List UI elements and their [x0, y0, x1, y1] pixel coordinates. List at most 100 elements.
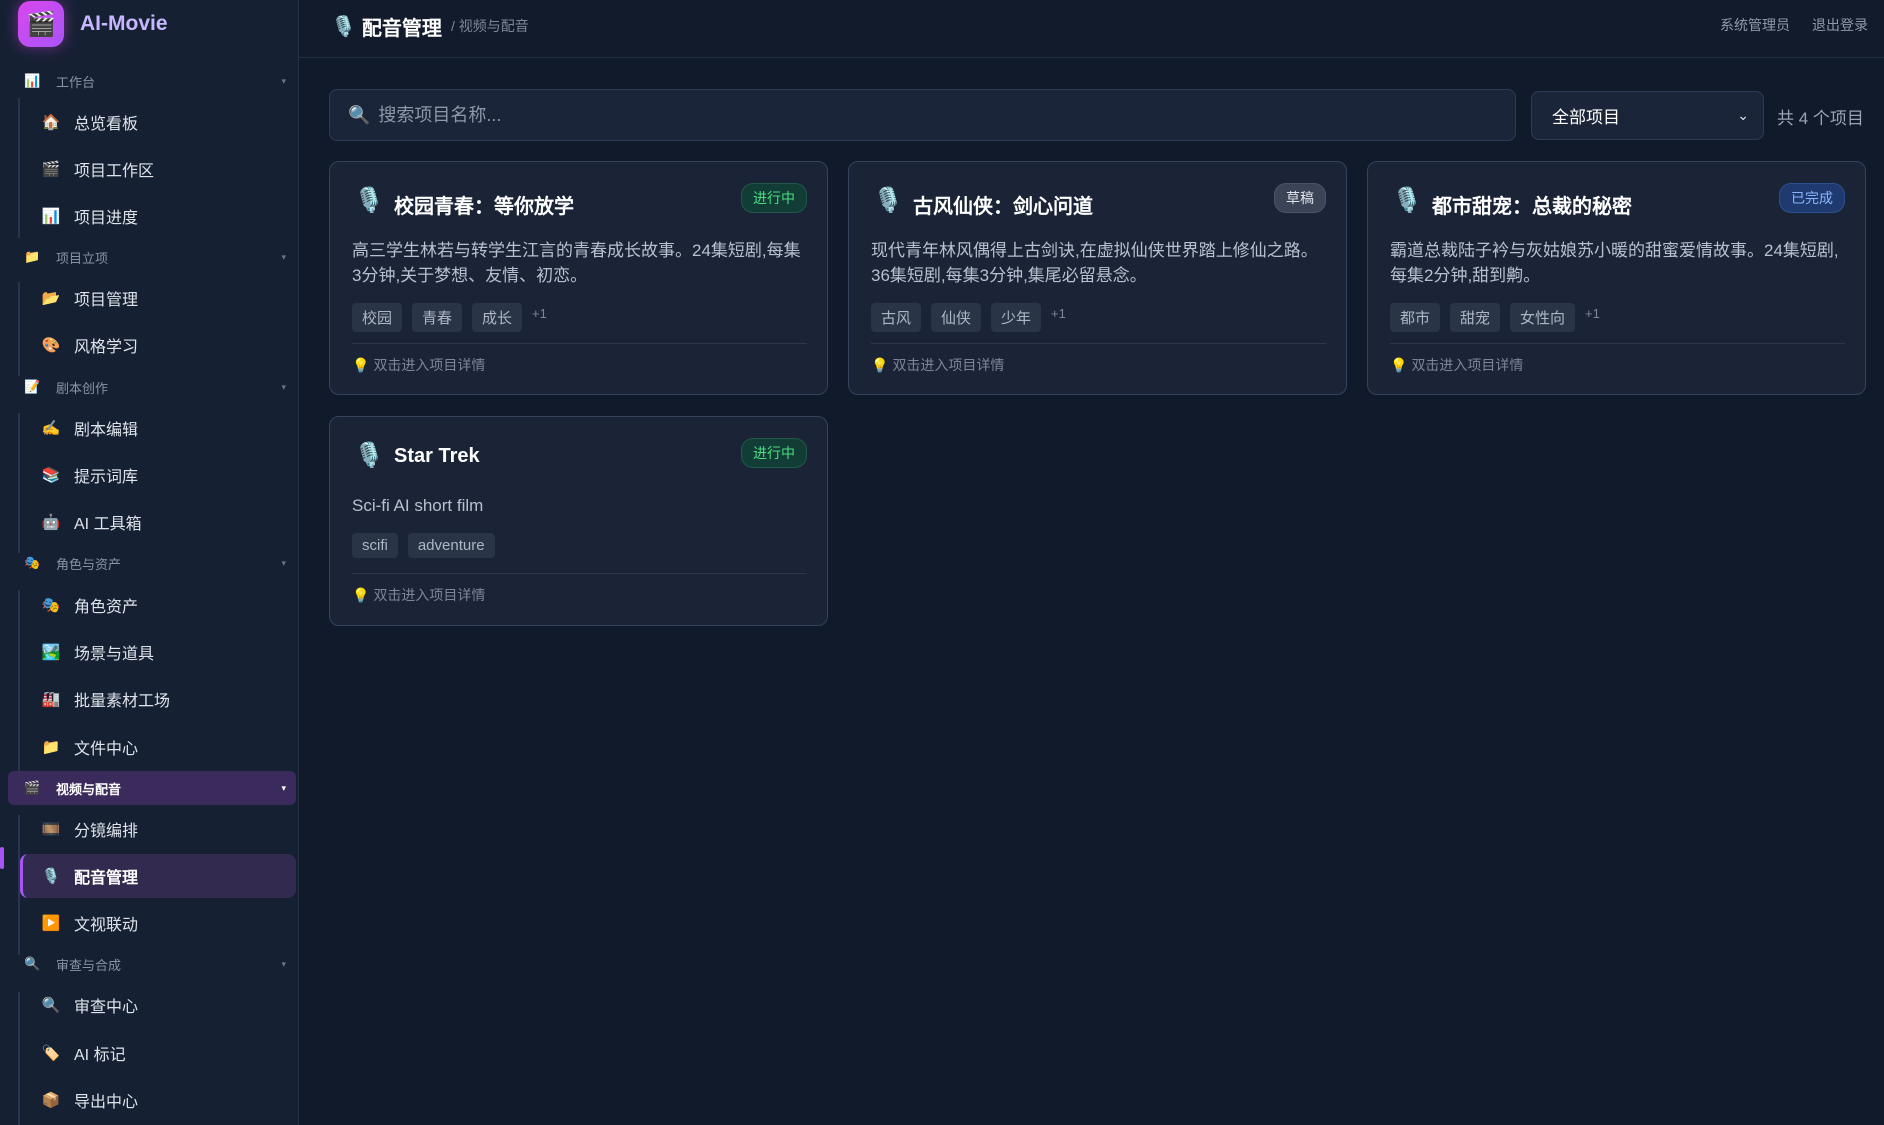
sidebar-item-progress[interactable]: 📊 项目进度 — [20, 194, 296, 238]
more-tags-count: +1 — [1051, 306, 1066, 321]
brand[interactable]: 🎬 AI-Movie — [18, 1, 168, 47]
divider — [352, 343, 807, 344]
sidebar-item-overview[interactable]: 🏠 总览看板 — [20, 100, 296, 144]
sidebar-item-storyboard[interactable]: 🎞️ 分镜编排 — [20, 807, 296, 851]
sidebar-item-label: 剧本编辑 — [74, 422, 139, 439]
tag: 校园 — [352, 303, 403, 332]
sidebar-item-label: 风格学习 — [74, 339, 139, 356]
microphone-icon: 🎙️ — [331, 16, 356, 38]
breadcrumb[interactable]: / 视频与配音 — [451, 16, 529, 36]
nav-group-label: 剧本创作 — [56, 380, 109, 396]
hint-text: 双击进入项目详情 — [892, 357, 1005, 373]
sidebar-item-ai-label[interactable]: 🏷️ AI 标记 — [20, 1031, 296, 1075]
search-input[interactable] — [378, 104, 1479, 126]
page-title: 🎙️ 配音管理 — [331, 12, 442, 41]
divider — [871, 343, 1326, 344]
project-count: 共 4 个项目 — [1777, 109, 1864, 128]
nav-group-label: 角色与资产 — [56, 556, 122, 572]
robot-icon: 🤖 — [41, 514, 61, 531]
tag: scifi — [352, 533, 398, 558]
home-icon: 🏠 — [41, 114, 61, 131]
logout-button[interactable]: 退出登录 — [1812, 15, 1868, 35]
project-description: 霸道总裁陆子衿与灰姑娘苏小暖的甜蜜爱情故事。24集短剧,每集2分钟,甜到齁。 — [1390, 241, 1839, 285]
sidebar-item-ai-toolbox[interactable]: 🤖 AI 工具箱 — [20, 500, 296, 544]
theater-masks-icon: 🎭 — [24, 555, 41, 570]
memo-icon: 📝 — [24, 379, 41, 394]
tag: 少年 — [991, 303, 1042, 332]
hint-text: 双击进入项目详情 — [373, 587, 486, 603]
nav-group-project-setup[interactable]: 📁 项目立项 ▾ — [8, 240, 296, 274]
hint-text: 双击进入项目详情 — [1411, 357, 1524, 373]
sidebar-item-script-editor[interactable]: ✍️ 剧本编辑 — [20, 406, 296, 450]
sidebar-item-dubbing[interactable]: 🎙️ 配音管理 — [20, 854, 296, 898]
project-card[interactable]: 🎙️ 校园青春：等你放学 进行中 高三学生林若与转学生江言的青春成长故事。24集… — [329, 161, 828, 395]
chevron-down-icon: ▾ — [281, 75, 286, 86]
project-card[interactable]: 🎙️ 古风仙侠：剑心问道 草稿 现代青年林风偶得上古剑诀,在虚拟仙侠世界踏上修仙… — [848, 161, 1347, 395]
sidebar-item-export-center[interactable]: 📦 导出中心 — [20, 1078, 296, 1122]
project-description: Sci-fi AI short film — [352, 496, 484, 515]
sidebar: 🎬 AI-Movie 📊 工作台 ▾ 🏠 总览看板 🎬 项目工作区 📊 项目进度… — [0, 0, 299, 1125]
chart-icon: 📊 — [24, 73, 41, 88]
microphone-icon: 🎙️ — [41, 868, 61, 885]
search-icon: 🔍 — [348, 104, 371, 125]
nav-group-assets[interactable]: 🎭 角色与资产 ▾ — [8, 546, 296, 580]
tag: 仙侠 — [931, 303, 982, 332]
hint-text: 双击进入项目详情 — [373, 357, 486, 373]
status-badge: 进行中 — [741, 438, 807, 468]
project-description: 现代青年林风偶得上古剑诀,在虚拟仙侠世界踏上修仙之路。36集短剧,每集3分钟,集… — [871, 241, 1318, 285]
palette-icon: 🎨 — [41, 337, 61, 354]
project-card[interactable]: 🎙️ 都市甜宠：总裁的秘密 已完成 霸道总裁陆子衿与灰姑娘苏小暖的甜蜜爱情故事。… — [1367, 161, 1866, 395]
user-name[interactable]: 系统管理员 — [1720, 15, 1790, 35]
nav-group-script[interactable]: 📝 剧本创作 ▾ — [8, 370, 296, 404]
sidebar-item-label: 项目工作区 — [74, 163, 155, 180]
lightbulb-icon: 💡 — [1390, 356, 1408, 373]
microphone-icon: 🎙️ — [354, 187, 384, 214]
sidebar-item-label: 文视联动 — [74, 917, 139, 934]
chevron-down-icon: ▾ — [281, 782, 286, 793]
folder-icon: 📁 — [41, 739, 61, 756]
project-card[interactable]: 🎙️ Star Trek 进行中 Sci-fi AI short film sc… — [329, 416, 828, 626]
sidebar-item-batch-factory[interactable]: 🏭 批量素材工场 — [20, 677, 296, 721]
search-box[interactable]: 🔍 — [329, 89, 1516, 141]
tag: 甜宠 — [1450, 303, 1501, 332]
tag-list: 都市 甜宠 女性向 +1 — [1390, 303, 1600, 332]
project-title: 校园青春：等你放学 — [394, 196, 574, 218]
tag: 青春 — [412, 303, 463, 332]
clapperboard-icon: 🎬 — [41, 161, 61, 178]
sidebar-item-workspace[interactable]: 🎬 项目工作区 — [20, 147, 296, 191]
sidebar-item-label: 导出中心 — [74, 1094, 139, 1111]
sidebar-item-file-center[interactable]: 📁 文件中心 — [20, 725, 296, 769]
sidebar-item-text-video-link[interactable]: ▶️ 文视联动 — [20, 901, 296, 945]
page-title-text: 配音管理 — [361, 18, 442, 40]
sidebar-item-label: 总览看板 — [74, 116, 139, 133]
nav-group-video-dubbing[interactable]: 🎬 视频与配音 ▾ — [8, 771, 296, 805]
project-title: 古风仙侠：剑心问道 — [913, 196, 1093, 218]
lightbulb-icon: 💡 — [871, 356, 889, 373]
tag: 古风 — [871, 303, 922, 332]
tag-list: scifi adventure — [352, 533, 495, 558]
nav-group-label: 工作台 — [56, 74, 96, 90]
sidebar-item-style-learning[interactable]: 🎨 风格学习 — [20, 323, 296, 367]
brand-name: AI-Movie — [80, 12, 168, 35]
package-icon: 📦 — [41, 1092, 61, 1109]
sidebar-item-scenes-props[interactable]: 🏞️ 场景与道具 — [20, 630, 296, 674]
chevron-down-icon: ⌄ — [1737, 107, 1749, 123]
chevron-down-icon: ▾ — [281, 958, 286, 969]
sidebar-item-project-management[interactable]: 📂 项目管理 — [20, 276, 296, 320]
sidebar-item-label: AI 标记 — [74, 1047, 126, 1064]
sidebar-item-label: 项目进度 — [74, 210, 139, 227]
sidebar-item-character-assets[interactable]: 🎭 角色资产 — [20, 583, 296, 627]
status-badge: 已完成 — [1779, 183, 1845, 213]
nav-group-workbench[interactable]: 📊 工作台 ▾ — [8, 64, 296, 98]
sidebar-item-label: AI 工具箱 — [74, 516, 142, 533]
nav-group-label: 视频与配音 — [56, 781, 122, 797]
nav-group-review[interactable]: 🔍 审查与合成 ▾ — [8, 947, 296, 981]
folder-icon: 📁 — [24, 249, 41, 264]
sidebar-item-review-center[interactable]: 🔍 审查中心 — [20, 983, 296, 1027]
books-icon: 📚 — [41, 467, 61, 484]
sidebar-item-prompt-library[interactable]: 📚 提示词库 — [20, 453, 296, 497]
clapperboard-icon: 🎬 — [24, 780, 41, 795]
more-tags-count: +1 — [532, 306, 547, 321]
tag-list: 校园 青春 成长 +1 — [352, 303, 547, 332]
project-filter-select[interactable]: 全部项目 ⌄ — [1531, 91, 1764, 140]
